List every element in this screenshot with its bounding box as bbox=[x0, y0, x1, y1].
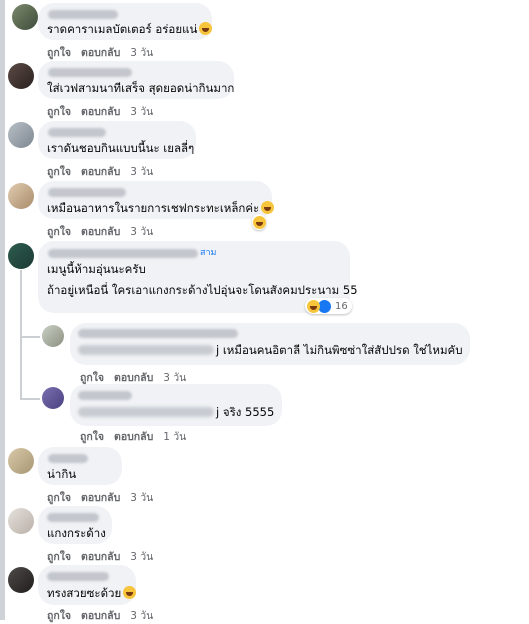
avatar[interactable] bbox=[8, 243, 34, 269]
comment-text: ทรงสวยซะด้วย bbox=[47, 586, 137, 601]
comment-text: เราดันชอบกินแบบนี้นะ เยลลี่ๆ bbox=[47, 141, 195, 155]
comment-bubble: เหมือนอาหารในรายการเชฟกระทะเหล็กค่ะ bbox=[38, 181, 275, 219]
like-button[interactable]: ถูกใจ bbox=[47, 47, 71, 59]
comment-bubble: ทรงสวยซะด้วย bbox=[38, 565, 137, 605]
reply-button[interactable]: ตอบกลับ bbox=[81, 610, 120, 622]
comment-text-line-1: เมนูนี้ห้ามอุ่นนะครับ bbox=[47, 262, 146, 276]
comment-bubble: เราดันชอบกินแบบนี้นะ เยลลี่ๆ bbox=[38, 121, 196, 159]
like-button[interactable]: ถูกใจ bbox=[47, 226, 71, 238]
like-button[interactable]: ถูกใจ bbox=[47, 551, 71, 563]
commenter-name-blurred[interactable] bbox=[78, 391, 132, 400]
haha-reaction-icon bbox=[307, 299, 320, 313]
reply-bubble: j จริง 5555 bbox=[70, 384, 282, 426]
comment-actions: ถูกใจ ตอบกลับ 3 วัน bbox=[47, 223, 163, 240]
comment-actions: ถูกใจ ตอบกลับ 3 วัน bbox=[47, 489, 163, 506]
reaction-count: 16 bbox=[335, 300, 348, 312]
grin-emoji-icon bbox=[123, 586, 137, 599]
avatar[interactable] bbox=[8, 448, 34, 474]
comment-time[interactable]: 3 วัน bbox=[130, 551, 153, 563]
comment-text-line-2: ถ้าอยู่เหนือนี่ ใครเอาแกงกระด้างไปอุ่นจะ… bbox=[47, 283, 358, 297]
comment-time[interactable]: 3 วัน bbox=[130, 610, 153, 622]
comment-actions: ถูกใจ ตอบกลับ 3 วัน bbox=[47, 103, 163, 120]
reply-thread-connector bbox=[20, 336, 40, 338]
comment-time[interactable]: 3 วัน bbox=[163, 372, 186, 384]
avatar[interactable] bbox=[12, 4, 38, 30]
commenter-name-blurred[interactable] bbox=[48, 68, 132, 77]
comment-bubble: น่ากิน bbox=[38, 447, 122, 485]
avatar[interactable] bbox=[8, 508, 34, 534]
commenter-name-blurred[interactable] bbox=[48, 128, 106, 137]
reply-text: j จริง 5555 bbox=[216, 405, 275, 419]
reply-text: j เหมือนคนอิตาลี ไม่กินพิซซ่าใส่สัปปรด ใ… bbox=[216, 343, 463, 357]
comment-text: เหมือนอาหารในรายการเชฟกระทะเหล็กค่ะ bbox=[47, 201, 275, 216]
comment-bubble: แกงกระด้าง bbox=[38, 506, 112, 544]
top-fan-badge: สาม bbox=[200, 248, 217, 258]
reply-button[interactable]: ตอบกลับ bbox=[81, 106, 120, 118]
avatar[interactable] bbox=[8, 183, 34, 209]
avatar[interactable] bbox=[8, 122, 34, 148]
comment-time[interactable]: 3 วัน bbox=[130, 166, 153, 178]
mention-blurred[interactable] bbox=[78, 407, 214, 417]
commenter-name-blurred[interactable] bbox=[48, 454, 88, 463]
like-button[interactable]: ถูกใจ bbox=[47, 166, 71, 178]
commenter-name-blurred[interactable] bbox=[48, 188, 126, 197]
comment-actions: ถูกใจ ตอบกลับ 3 วัน bbox=[47, 548, 163, 565]
commenter-name-blurred[interactable] bbox=[48, 249, 198, 258]
reply-button[interactable]: ตอบกลับ bbox=[81, 226, 120, 238]
like-button[interactable]: ถูกใจ bbox=[47, 106, 71, 118]
commenter-name-blurred[interactable] bbox=[47, 572, 109, 581]
like-button[interactable]: ถูกใจ bbox=[47, 492, 71, 504]
comment-text: ใส่เวฟสามนาทีเสร็จ สุดยอดน่ากินมาก bbox=[47, 81, 235, 95]
comment-bubble: ใส่เวฟสามนาทีเสร็จ สุดยอดน่ากินมาก bbox=[38, 61, 234, 99]
comment-time[interactable]: 3 วัน bbox=[130, 47, 153, 59]
comment-actions: ถูกใจ ตอบกลับ 1 วัน bbox=[80, 428, 196, 445]
reply-button[interactable]: ตอบกลับ bbox=[81, 551, 120, 563]
reply-bubble: j เหมือนคนอิตาลี ไม่กินพิซซ่าใส่สัปปรด ใ… bbox=[70, 323, 470, 365]
reply-thread-connector bbox=[20, 398, 40, 400]
haha-reaction-badge[interactable] bbox=[252, 214, 266, 230]
comment-text: แกงกระด้าง bbox=[47, 526, 106, 540]
comment-text: ราดคาราเมลบัตเตอร์ อร่อยแน่ bbox=[47, 22, 213, 37]
comment-time[interactable]: 3 วัน bbox=[130, 106, 153, 118]
grin-emoji-icon bbox=[261, 201, 275, 214]
left-rail bbox=[0, 0, 5, 620]
reply-thread-line bbox=[20, 270, 22, 400]
reply-button[interactable]: ตอบกลับ bbox=[81, 166, 120, 178]
comment-text: น่ากิน bbox=[47, 467, 77, 481]
comment-actions: ถูกใจ ตอบกลับ 3 วัน bbox=[47, 163, 163, 180]
comment-bubble: ราดคาราเมลบัตเตอร์ อร่อยแน่ bbox=[38, 3, 213, 40]
like-button[interactable]: ถูกใจ bbox=[47, 610, 71, 622]
comment-time[interactable]: 3 วัน bbox=[130, 226, 153, 238]
reaction-summary-badge[interactable]: 16 bbox=[305, 298, 352, 314]
avatar[interactable] bbox=[8, 567, 34, 593]
avatar[interactable] bbox=[42, 325, 64, 347]
grin-emoji-icon bbox=[199, 22, 213, 35]
comment-bubble: สาม เมนูนี้ห้ามอุ่นนะครับ ถ้าอยู่เหนือนี… bbox=[38, 241, 358, 313]
commenter-name-blurred[interactable] bbox=[48, 10, 118, 19]
commenter-name-blurred[interactable] bbox=[47, 513, 99, 522]
comment-actions: ถูกใจ ตอบกลับ 3 วัน bbox=[47, 607, 163, 624]
like-button[interactable]: ถูกใจ bbox=[80, 372, 104, 384]
like-button[interactable]: ถูกใจ bbox=[80, 431, 104, 443]
avatar[interactable] bbox=[8, 63, 34, 89]
reply-button[interactable]: ตอบกลับ bbox=[114, 431, 153, 443]
commenter-name-blurred[interactable] bbox=[78, 329, 238, 338]
haha-reaction-icon bbox=[252, 215, 266, 229]
comment-time[interactable]: 3 วัน bbox=[130, 492, 153, 504]
reply-button[interactable]: ตอบกลับ bbox=[81, 492, 120, 504]
comment-time[interactable]: 1 วัน bbox=[163, 431, 186, 443]
mention-blurred[interactable] bbox=[78, 345, 214, 355]
reply-button[interactable]: ตอบกลับ bbox=[114, 372, 153, 384]
reply-button[interactable]: ตอบกลับ bbox=[81, 47, 120, 59]
comment-actions: ถูกใจ ตอบกลับ 3 วัน bbox=[47, 44, 163, 61]
avatar[interactable] bbox=[42, 387, 64, 409]
